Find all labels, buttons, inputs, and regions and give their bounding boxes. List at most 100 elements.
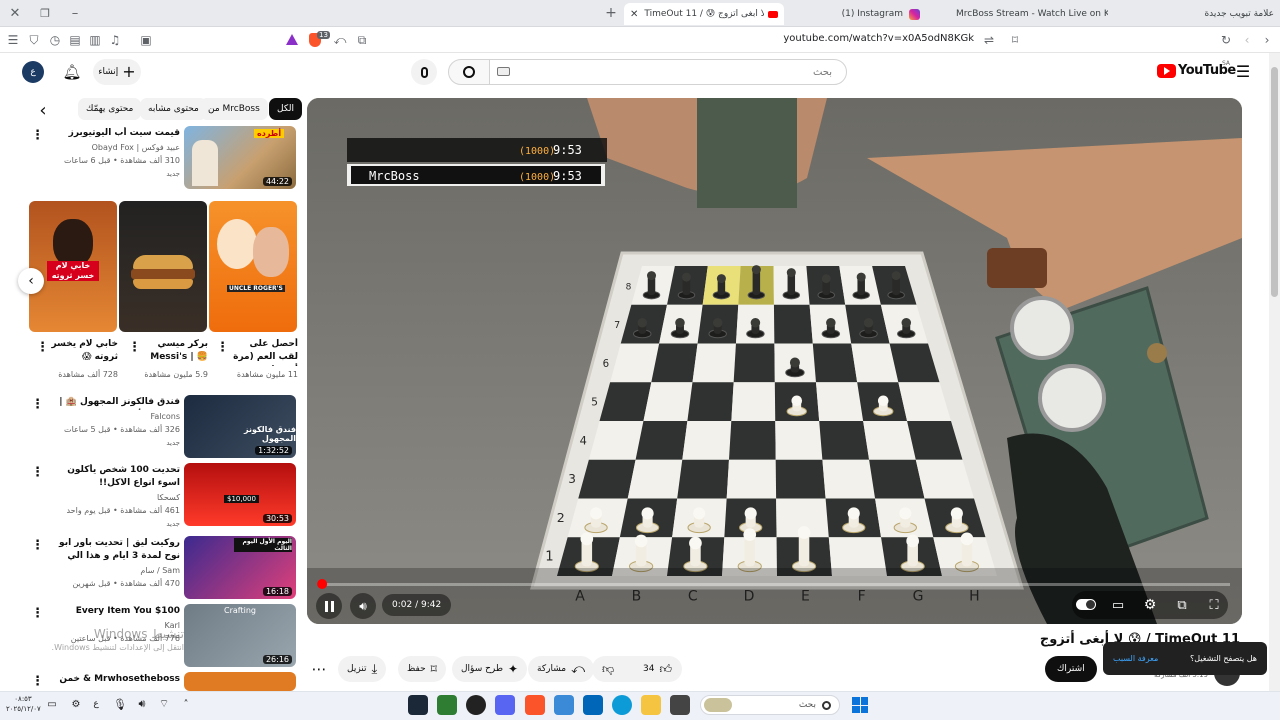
- discord-taskbar-icon[interactable]: [495, 695, 515, 715]
- site-settings-icon[interactable]: ⇌: [982, 33, 996, 47]
- settings-icon[interactable]: ⚙︎: [1142, 597, 1158, 613]
- sidebar-icon[interactable]: ▥: [88, 33, 102, 47]
- chips-prev-icon[interactable]: ‹: [36, 100, 50, 121]
- settings-gear-icon[interactable]: ⚙︎: [70, 698, 82, 710]
- video-title[interactable]: $100 Every Item You Craft: [52, 605, 180, 619]
- more-options-icon[interactable]: ⋮: [36, 340, 49, 355]
- more-options-icon[interactable]: ⋮: [31, 465, 44, 480]
- ask-button[interactable]: طرح سؤال ✦: [452, 656, 528, 682]
- tab-kick[interactable]: MrcBoss Stream - Watch Live on Kick K: [956, 3, 1108, 25]
- share-page-icon[interactable]: ⤺: [333, 33, 347, 47]
- store-taskbar-icon[interactable]: [583, 695, 603, 715]
- video-title[interactable]: تحديت 100 شخص يأكلون اسوء انواع الاكل!!: [52, 464, 180, 490]
- tab-new[interactable]: علامة تبويب جديدة: [1150, 3, 1274, 25]
- video-title[interactable]: روكيت ليق | تحديت باور ابو نوح لمدة 3 اي…: [52, 537, 180, 563]
- more-options-icon[interactable]: ⋮: [31, 538, 44, 553]
- tab-instagram[interactable]: (1) Instagram: [790, 3, 920, 25]
- tray-overflow-icon[interactable]: ˄: [180, 698, 192, 710]
- pause-button[interactable]: [316, 593, 342, 619]
- video-thumbnail[interactable]: اليوم الأول اليوم الثالث 16:18: [184, 536, 296, 599]
- steam-taskbar-icon[interactable]: [408, 695, 428, 715]
- shield-outline-icon[interactable]: ⛉: [27, 33, 41, 47]
- channel-name[interactable]: كسحكا: [52, 492, 180, 504]
- video-title[interactable]: قيمت سيت أب اليوتيوبرز في الواقع! #2: [52, 127, 180, 141]
- channel-name[interactable]: Sam / سام: [52, 565, 180, 577]
- short-thumbnail[interactable]: UNCLE ROGER'S: [209, 201, 297, 332]
- video-thumbnail[interactable]: $10,000 30:53: [184, 463, 296, 526]
- miniplayer-icon[interactable]: ⧉: [1174, 597, 1190, 613]
- autoplay-toggle[interactable]: [1076, 599, 1096, 610]
- more-options-icon[interactable]: ⋮: [31, 397, 44, 412]
- wallet-icon[interactable]: ▣: [139, 33, 153, 47]
- search-input[interactable]: [489, 59, 847, 85]
- short-thumbnail[interactable]: [119, 201, 207, 332]
- language-indicator-icon[interactable]: ع: [90, 698, 102, 710]
- reading-list-icon[interactable]: ▤: [68, 33, 82, 47]
- video-thumbnail[interactable]: Crafting 26:16: [184, 604, 296, 667]
- learn-why-link[interactable]: معرفة السبب: [1113, 654, 1158, 663]
- chip-all[interactable]: الكل: [269, 98, 303, 120]
- download-button[interactable]: تنزيل ⤓: [338, 656, 387, 682]
- fullscreen-icon[interactable]: ⛶: [1206, 597, 1222, 613]
- short-thumbnail[interactable]: خابي لام خسر ثروته: [29, 201, 117, 332]
- chip-related[interactable]: محتوى مشابه: [140, 98, 207, 120]
- screenshot-icon[interactable]: ⧉: [355, 33, 369, 47]
- page-scrollbar[interactable]: [1269, 53, 1280, 691]
- more-options-icon[interactable]: ⋮: [31, 674, 44, 689]
- progress-bar-track[interactable]: [319, 583, 1230, 586]
- file-explorer-taskbar-icon[interactable]: [641, 695, 661, 715]
- progress-scrubber[interactable]: [317, 579, 328, 589]
- video-thumbnail[interactable]: فندق فالكونز المجهول 1:32:52: [184, 395, 296, 458]
- share-button[interactable]: مشاركة ⤺: [528, 656, 594, 682]
- scrollbar-thumb[interactable]: [1271, 67, 1278, 297]
- short-title[interactable]: أحصل على لقب العم (مرة أخرى): [230, 338, 298, 366]
- restore-window-icon[interactable]: ❐: [38, 6, 52, 20]
- youtube-logo-icon[interactable]: [1157, 64, 1176, 78]
- notifications-icon[interactable]: 🔔︎: [62, 62, 82, 82]
- subscribe-button[interactable]: اشتراك: [1045, 656, 1097, 682]
- video-player[interactable]: ABCDEFGH87654321 MrcBoss (1000) 9:53 (10…: [307, 98, 1242, 624]
- menu-icon[interactable]: ☰: [6, 33, 20, 47]
- system-clock[interactable]: ٠٨:٥٣ ٢٠٢٥/١٢/٠٧: [6, 694, 41, 714]
- brave-taskbar-icon[interactable]: [525, 695, 545, 715]
- app-taskbar-icon[interactable]: [670, 695, 690, 715]
- create-button[interactable]: إنشاء +: [93, 59, 141, 85]
- bookmark-icon[interactable]: ⌑: [1008, 33, 1022, 47]
- more-actions-icon[interactable]: ⋯: [310, 660, 328, 678]
- short-title[interactable]: خابي لام يخسر ثروته 😱: [50, 338, 118, 366]
- video-thumbnail[interactable]: [184, 672, 296, 691]
- url-text[interactable]: youtube.com/watch?v=x0A5odN8KGk: [700, 33, 974, 44]
- captions-icon[interactable]: ▭: [1110, 597, 1126, 613]
- video-title[interactable]: فندق فالكونز المجهول 🏨 | الحلقة الأولى: [52, 396, 180, 410]
- guide-menu-icon[interactable]: ☰: [1235, 62, 1251, 81]
- start-button[interactable]: [852, 697, 868, 713]
- mic-tray-icon[interactable]: 🎙︎: [113, 698, 127, 711]
- dislike-icon[interactable]: 👎︎: [602, 662, 614, 677]
- voice-search-button[interactable]: [411, 59, 437, 85]
- tab-youtube[interactable]: ✕ TimeOut 11 / 😰 لا أبغى أتزوج: [624, 3, 784, 25]
- volume-tray-icon[interactable]: 🔊︎: [136, 697, 148, 710]
- avatar[interactable]: ع: [22, 61, 44, 83]
- more-options-icon[interactable]: ⋮: [216, 340, 229, 355]
- mail-taskbar-icon[interactable]: [554, 695, 574, 715]
- vpn-icon[interactable]: [286, 34, 298, 45]
- keyboard-icon[interactable]: [497, 67, 510, 76]
- history-icon[interactable]: ◷: [48, 33, 62, 47]
- back-icon[interactable]: ‹: [1240, 33, 1254, 47]
- network-tray-icon[interactable]: ⌔: [158, 697, 170, 710]
- reload-icon[interactable]: ↻: [1219, 33, 1233, 47]
- close-tab-icon[interactable]: ✕: [630, 9, 638, 20]
- like-icon[interactable]: 👍︎: [659, 662, 672, 677]
- forward-icon[interactable]: ›: [1260, 33, 1274, 47]
- channel-name[interactable]: Falcons: [52, 411, 180, 423]
- chip-from-channel[interactable]: من MrcBoss: [200, 98, 268, 120]
- new-tab-icon[interactable]: +: [604, 5, 618, 21]
- save-button[interactable]: حفظ ⌑: [398, 656, 446, 682]
- close-window-icon[interactable]: ✕: [8, 6, 22, 21]
- chip-for-you[interactable]: محتوى يهمّك: [78, 98, 142, 120]
- media-icon[interactable]: ♫: [108, 33, 122, 47]
- minimize-window-icon[interactable]: –: [68, 6, 82, 21]
- more-options-icon[interactable]: ⋮: [31, 128, 44, 143]
- short-title[interactable]: بركر ميسي 🍔 | Messi's ...: [148, 338, 208, 366]
- shorts-prev-button[interactable]: ‹: [18, 268, 44, 294]
